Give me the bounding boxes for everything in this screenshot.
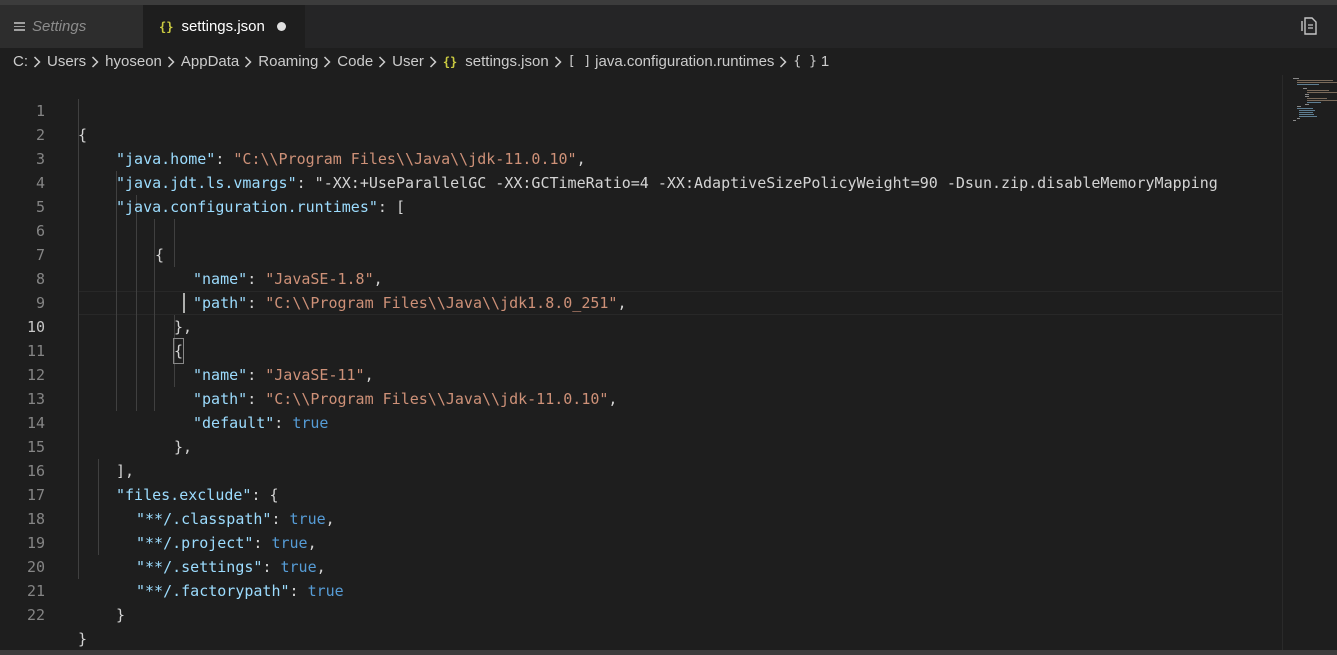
code-line: 6 {	[0, 195, 1282, 264]
tab-bar: Settings {} settings.json	[0, 5, 1337, 48]
minimap-line	[1307, 102, 1321, 103]
minimap-line	[1305, 96, 1309, 97]
minimap-line	[1297, 106, 1301, 107]
code-line: 7 "name": "JavaSE-1.8",	[0, 219, 1282, 288]
code-line: 3 "java.jdt.ls.vmargs": "-XX:+UseParalle…	[0, 123, 1282, 192]
json-braces-icon: {}	[442, 54, 458, 69]
code-line: 8 "path": "C:\\Program Files\\Java\\jdk1…	[0, 243, 1282, 312]
array-symbol-icon: [ ]	[567, 54, 592, 69]
minimap-line	[1297, 80, 1333, 81]
minimap-line	[1307, 90, 1329, 91]
minimap-line	[1297, 118, 1300, 119]
breadcrumb-item[interactable]: hyoseon	[105, 53, 162, 70]
chevron-right-icon	[91, 55, 99, 68]
code-line: 12 "path": "C:\\Program Files\\Java\\jdk…	[0, 339, 1282, 408]
breadcrumb-item[interactable]: 1	[821, 53, 829, 70]
breadcrumb-item[interactable]: AppData	[181, 53, 239, 70]
chevron-right-icon	[244, 55, 252, 68]
text-cursor	[183, 293, 185, 313]
breadcrumb-item[interactable]: Roaming	[258, 53, 318, 70]
chevron-right-icon	[167, 55, 175, 68]
code-line: 4 "java.configuration.runtimes": [	[0, 147, 1282, 216]
minimap-line	[1299, 114, 1314, 115]
minimap[interactable]	[1282, 75, 1337, 650]
chevron-right-icon	[554, 55, 562, 68]
tab-settings-label: Settings	[32, 18, 87, 35]
minimap-line	[1307, 100, 1337, 101]
minimap-line	[1303, 88, 1307, 89]
lines-icon	[14, 20, 25, 33]
breadcrumb-item[interactable]: Code	[337, 53, 373, 70]
code-text: }	[78, 630, 88, 648]
code-line: 14 },	[0, 387, 1282, 456]
breadcrumb-item[interactable]: settings.json	[465, 53, 548, 70]
code-line: 15 ],	[0, 411, 1282, 480]
minimap-line	[1305, 94, 1309, 95]
code-line: 9 },	[0, 267, 1282, 336]
code-line: 19 "**/.settings": true,	[0, 507, 1282, 576]
code-line: 1 {	[0, 75, 1282, 144]
minimap-line	[1297, 82, 1337, 83]
code-line: 16 "files.exclude": {	[0, 435, 1282, 504]
code-line: 17 "**/.classpath": true,	[0, 459, 1282, 528]
breadcrumb: C: Users hyoseon AppData Roaming Code Us…	[0, 48, 1337, 75]
code-line: 22 }	[0, 579, 1282, 648]
line-number: 22	[26, 606, 45, 624]
chevron-right-icon	[429, 55, 437, 68]
minimap-line	[1299, 116, 1317, 117]
minimap-line	[1297, 84, 1319, 85]
breadcrumb-item[interactable]: User	[392, 53, 424, 70]
tab-settings-json-label: settings.json	[181, 18, 265, 35]
code-editor[interactable]: 1 { 2 "java.home": "C:\\Program Files\\J…	[0, 75, 1282, 650]
code-line: 18 "**/.project": true,	[0, 483, 1282, 552]
chevron-right-icon	[779, 55, 787, 68]
json-braces-icon: {}	[159, 19, 174, 34]
breadcrumb-item[interactable]: Users	[47, 53, 86, 70]
code-text: }	[116, 606, 126, 624]
tab-settings[interactable]: Settings	[0, 5, 143, 48]
minimap-line	[1307, 98, 1327, 99]
minimap-line	[1297, 108, 1313, 109]
code-line: 10 {	[0, 291, 1282, 364]
unsaved-dot-icon[interactable]	[276, 22, 286, 31]
breadcrumb-item[interactable]: java.configuration.runtimes	[595, 53, 774, 70]
minimap-line	[1307, 92, 1337, 93]
object-symbol-icon: { }	[793, 54, 817, 69]
code-line: 21 }	[0, 555, 1282, 624]
minimap-line	[1305, 104, 1309, 105]
chevron-right-icon	[33, 55, 41, 68]
tab-settings-json[interactable]: {} settings.json	[143, 5, 305, 48]
code-line: 13 "default": true	[0, 363, 1282, 432]
chevron-right-icon	[323, 55, 331, 68]
split-editor-icon[interactable]	[1299, 16, 1319, 36]
code-line: 11 "name": "JavaSE-11",	[0, 315, 1282, 384]
window-bottom-border	[0, 650, 1337, 655]
code-line: 2 "java.home": "C:\\Program Files\\Java\…	[0, 99, 1282, 168]
chevron-right-icon	[378, 55, 386, 68]
minimap-line	[1293, 120, 1296, 121]
code-line: 20 "**/.factorypath": true	[0, 531, 1282, 600]
minimap-line	[1299, 110, 1315, 111]
minimap-line	[1293, 78, 1299, 79]
code-line: 5	[0, 171, 1282, 216]
minimap-line	[1299, 112, 1313, 113]
breadcrumb-item[interactable]: C:	[13, 53, 28, 70]
